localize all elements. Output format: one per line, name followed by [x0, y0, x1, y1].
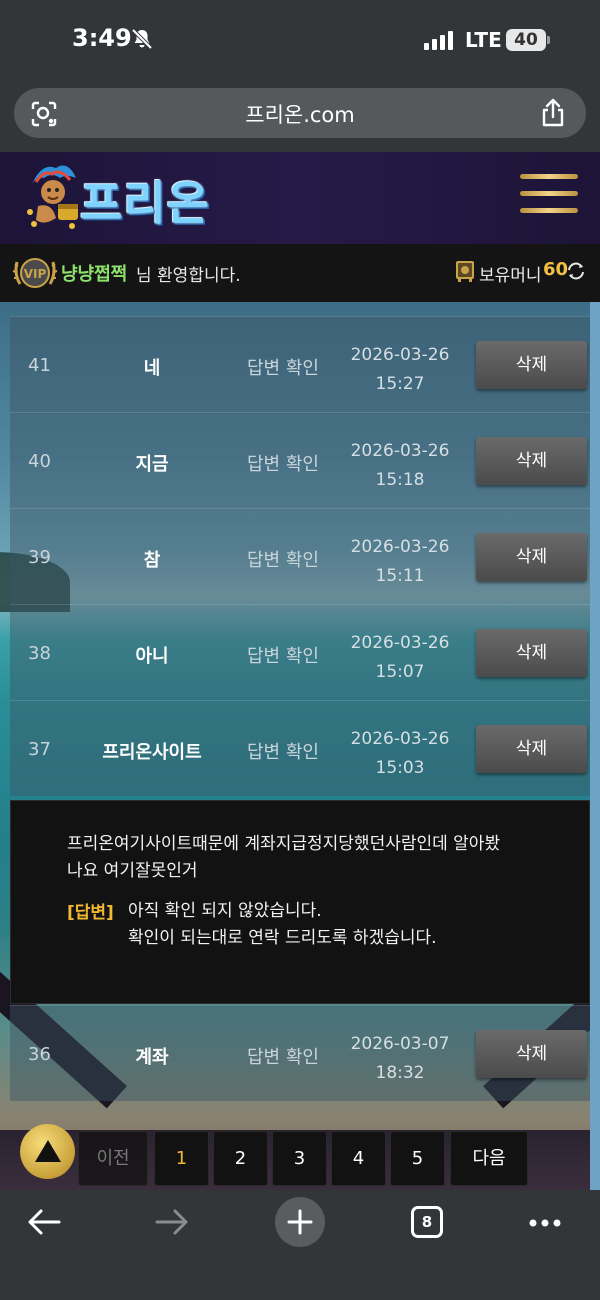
page-button-4[interactable]: 4 [331, 1131, 386, 1186]
signal-bars-icon [424, 30, 453, 50]
screen: 3:49 LTE 40 프리온.com 프리온 VIP 냥냥쩝쩍 님 환영합니다… [0, 0, 600, 1300]
row-subject[interactable]: 지금 [82, 450, 222, 476]
table-row[interactable]: 38 아니 답변 확인 2026-03-26 15:07 삭제 [10, 604, 590, 700]
row-status: 답변 확인 [247, 646, 319, 667]
table-row[interactable]: 39 참 답변 확인 2026-03-26 15:11 삭제 [10, 508, 590, 604]
money-value: 60 [543, 259, 569, 280]
battery-tip [547, 36, 550, 44]
money-label: 보유머니 [479, 266, 542, 286]
safe-icon [456, 261, 474, 282]
row-datetime: 2026-03-26 15:11 [350, 537, 450, 586]
question-text: 프리온여기사이트때문에 계좌지급정지당했던사람인데 알아봤 나요 여기잘못인거 [67, 834, 501, 881]
delete-button[interactable]: 삭제 [476, 341, 587, 389]
row-subject[interactable]: 참 [82, 546, 222, 572]
row-status: 답변 확인 [247, 358, 319, 379]
next-page-button[interactable]: 다음 [450, 1131, 528, 1186]
table-row[interactable]: 41 네 답변 확인 2026-03-26 15:27 삭제 [10, 316, 590, 412]
table-row[interactable]: 37 프리온사이트 답변 확인 2026-03-26 15:03 삭제 [10, 700, 590, 796]
battery-icon: 40 [506, 29, 546, 51]
network-type: LTE [465, 28, 502, 52]
row-number: 36 [28, 1044, 51, 1065]
row-status: 답변 확인 [247, 742, 319, 763]
row-datetime: 2026-03-07 18:32 [350, 1034, 450, 1083]
more-menu-icon[interactable] [528, 1218, 562, 1228]
row-status: 답변 확인 [247, 1047, 319, 1068]
refresh-icon[interactable] [566, 262, 586, 280]
site-logo-text[interactable]: 프리온 [80, 167, 210, 233]
row-subject[interactable]: 계좌 [82, 1043, 222, 1069]
row-subject[interactable]: 프리온사이트 [82, 738, 222, 764]
arrow-up-icon [35, 1140, 61, 1162]
status-bar: 3:49 LTE 40 [0, 0, 600, 80]
row-subject[interactable]: 네 [82, 354, 222, 380]
site-header: 프리온 [0, 152, 600, 244]
row-number: 38 [28, 643, 51, 664]
page-button-2[interactable]: 2 [213, 1131, 268, 1186]
page-button-1[interactable]: 1 [154, 1131, 209, 1186]
answer-panel: 프리온여기사이트때문에 계좌지급정지당했던사람인데 알아봤 나요 여기잘못인거 … [10, 800, 590, 1004]
tab-switcher-button[interactable]: 8 [411, 1206, 443, 1238]
delete-button[interactable]: 삭제 [476, 533, 587, 581]
page-button-3[interactable]: 3 [272, 1131, 327, 1186]
delete-button[interactable]: 삭제 [476, 437, 587, 485]
row-number: 39 [28, 547, 51, 568]
delete-button[interactable]: 삭제 [476, 1030, 587, 1078]
row-number: 37 [28, 739, 51, 760]
row-number: 41 [28, 355, 51, 376]
right-edge-strip [590, 302, 600, 1190]
table-row[interactable]: 36 계좌 답변 확인 2026-03-07 18:32 삭제 [10, 1005, 590, 1101]
delete-button[interactable]: 삭제 [476, 629, 587, 677]
row-number: 40 [28, 451, 51, 472]
svg-text:VIP: VIP [24, 267, 47, 281]
silent-bell-icon [131, 28, 153, 50]
welcome-message: 님 환영합니다. [136, 266, 241, 286]
back-arrow-icon[interactable] [27, 1208, 61, 1236]
answer-tag: [답변] [67, 903, 114, 923]
page-button-5[interactable]: 5 [390, 1131, 445, 1186]
row-datetime: 2026-03-26 15:03 [350, 729, 450, 778]
mascot-logo-icon[interactable] [22, 162, 84, 232]
table-row[interactable]: 40 지금 답변 확인 2026-03-26 15:18 삭제 [10, 412, 590, 508]
row-status: 답변 확인 [247, 550, 319, 571]
welcome-bar: VIP 냥냥쩝쩍 님 환영합니다. 보유머니 60 [0, 244, 600, 302]
address-bar[interactable]: 프리온.com [14, 88, 586, 138]
delete-button[interactable]: 삭제 [476, 725, 587, 773]
user-nickname[interactable]: 냥냥쩝쩍 [61, 260, 127, 286]
prev-page-button[interactable]: 이전 [78, 1131, 148, 1186]
url-text[interactable]: 프리온.com [14, 99, 586, 129]
row-datetime: 2026-03-26 15:18 [350, 441, 450, 490]
plus-icon [287, 1209, 313, 1235]
row-datetime: 2026-03-26 15:27 [350, 345, 450, 394]
share-icon[interactable] [540, 98, 566, 128]
row-status: 답변 확인 [247, 454, 319, 475]
scroll-to-top-button[interactable] [20, 1124, 75, 1179]
inquiry-list-area[interactable]: 41 네 답변 확인 2026-03-26 15:27 삭제 40 지금 답변 확… [0, 302, 600, 1190]
forward-arrow-icon[interactable] [155, 1208, 189, 1236]
answer-text: 아직 확인 되지 않았습니다. 확인이 되는대로 연락 드리도록 하겠습니다. [128, 901, 437, 948]
row-subject[interactable]: 아니 [82, 642, 222, 668]
new-tab-button[interactable] [275, 1197, 325, 1247]
status-time: 3:49 [72, 24, 132, 52]
vip-badge-icon: VIP [12, 258, 58, 288]
row-datetime: 2026-03-26 15:07 [350, 633, 450, 682]
menu-hamburger-icon[interactable] [520, 174, 578, 214]
